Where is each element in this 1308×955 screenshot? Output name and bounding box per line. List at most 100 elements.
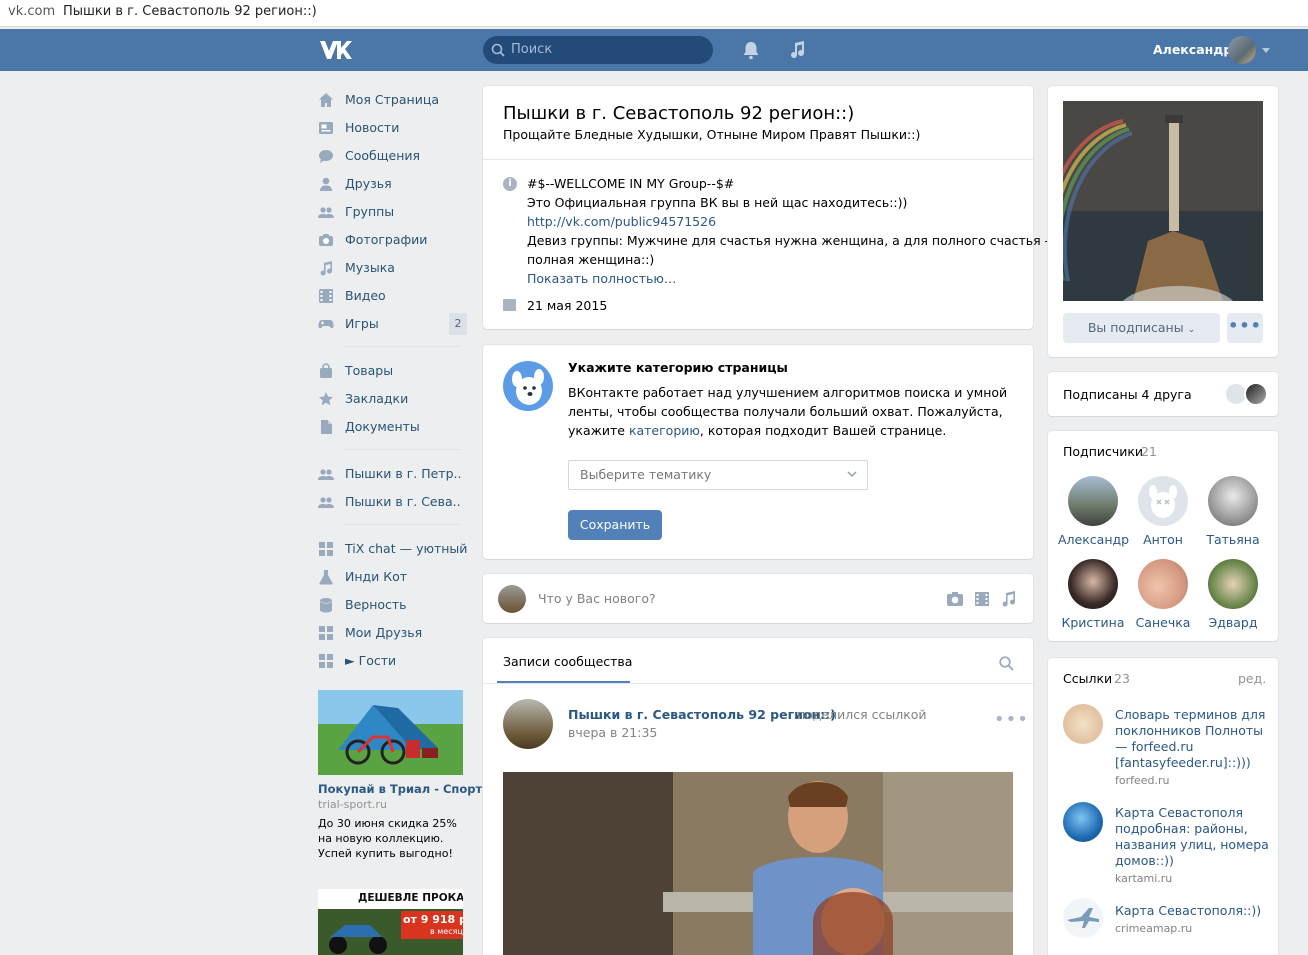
nav-documents[interactable]: Документы xyxy=(318,415,468,439)
nav-bookmarks[interactable]: Закладки xyxy=(318,387,468,411)
divider xyxy=(483,683,1033,684)
link-domain: forfeed.ru xyxy=(1115,774,1170,787)
info-link[interactable]: http://vk.com/public94571526 xyxy=(527,214,716,229)
category-select[interactable]: Выберите тематику xyxy=(568,460,868,490)
links-edit-link[interactable]: ред. xyxy=(1238,671,1266,686)
link-thumbnail[interactable] xyxy=(1063,704,1103,744)
post-action-text: поделился ссылкой xyxy=(797,707,927,722)
document-icon xyxy=(321,420,332,434)
post-timestamp[interactable]: вчера в 21:35 xyxy=(568,725,657,740)
nav-app-vernost[interactable]: Верность xyxy=(318,593,468,617)
group-cover-photo[interactable] xyxy=(1063,101,1263,301)
nav-app-indi-kot[interactable]: Инди Кот xyxy=(318,565,468,589)
nav-music[interactable]: Музыка xyxy=(318,256,468,280)
compass-icon[interactable] xyxy=(1063,802,1103,842)
nav-messages[interactable]: Сообщения xyxy=(318,144,468,168)
ad-tent-picture xyxy=(338,705,438,765)
news-icon xyxy=(319,122,333,134)
category-text-3: укажите категорию, которая подходит Ваше… xyxy=(568,423,946,438)
ad-domain: trial-sport.ru xyxy=(318,798,387,811)
search-input[interactable]: Поиск xyxy=(483,36,713,64)
nav-video[interactable]: Видео xyxy=(318,284,468,308)
music-icon xyxy=(320,261,333,276)
link-title[interactable]: Карта Севастополя подробная: районы, наз… xyxy=(1115,805,1270,869)
music-icon[interactable] xyxy=(999,591,1017,607)
ad-image-atv[interactable]: ДЕШЕВЛЕ ПРОКАТА! от 9 918 р. в месяц xyxy=(318,889,463,955)
video-icon[interactable] xyxy=(973,591,991,607)
text-fragment: укажите xyxy=(568,423,629,438)
save-button[interactable]: Сохранить xyxy=(568,510,662,540)
search-placeholder: Поиск xyxy=(511,42,553,57)
nav-goods[interactable]: Товары xyxy=(318,359,468,383)
camera-icon[interactable] xyxy=(946,591,964,607)
subscribed-button[interactable]: Вы подписаны ⌄ xyxy=(1063,313,1220,343)
links-count: 23 xyxy=(1114,671,1130,686)
avatar xyxy=(1138,559,1188,609)
nav-app-my-friends[interactable]: Мои Друзья xyxy=(318,621,468,645)
groups-icon xyxy=(318,207,334,218)
user-name[interactable]: Александр xyxy=(1153,42,1232,57)
show-more-link[interactable]: Показать полностью… xyxy=(527,271,676,286)
friends-subscribed-text[interactable]: Подписаны 4 друга xyxy=(1063,387,1192,402)
nav-app-tix[interactable]: TiX chat — уютный xyxy=(318,537,468,561)
home-icon xyxy=(319,93,333,107)
ad-title[interactable]: Покупай в Триал - Спорт! xyxy=(318,782,487,796)
subscriber-name: Александр xyxy=(1058,532,1130,547)
search-icon[interactable] xyxy=(999,656,1014,671)
link-domain: crimeamap.ru xyxy=(1115,922,1193,935)
nav-app-guests[interactable]: ► Гости xyxy=(318,649,468,673)
more-actions-button[interactable]: ••• xyxy=(1227,313,1263,343)
vk-logo[interactable] xyxy=(318,39,352,61)
subscriber-item[interactable]: Эдвард xyxy=(1198,559,1268,639)
nav-label: Верность xyxy=(345,597,407,612)
nav-news[interactable]: Новости xyxy=(318,116,468,140)
nav-group-seva[interactable]: Пышки в г. Сева.. xyxy=(318,490,468,514)
nav-photos[interactable]: Фотографии xyxy=(318,228,468,252)
plane-icon[interactable] xyxy=(1063,898,1103,938)
video-icon xyxy=(319,289,333,303)
subscriber-item[interactable]: Санечка xyxy=(1128,559,1198,639)
monument-rainbow-image xyxy=(1063,101,1263,301)
nav-my-page[interactable]: Моя Страница xyxy=(318,88,468,112)
browser-domain: vk.com xyxy=(8,4,56,19)
category-link[interactable]: категорию xyxy=(629,423,700,438)
link-title[interactable]: Словарь терминов для поклонников Полноты… xyxy=(1115,707,1270,771)
post-more-icon[interactable]: ••• xyxy=(994,709,1029,730)
new-post-input[interactable]: Что у Вас нового? xyxy=(538,591,656,606)
post-photo[interactable] xyxy=(503,772,1013,955)
link-title[interactable]: Карта Севастополя::)) xyxy=(1115,903,1270,919)
notifications-bell-icon[interactable] xyxy=(742,40,760,60)
nav-label: Друзья xyxy=(345,176,392,191)
subscriber-item[interactable]: Татьяна xyxy=(1198,476,1268,556)
app-icon xyxy=(319,654,333,668)
nav-label: Пышки в г. Сева.. xyxy=(345,494,461,509)
links-title[interactable]: Ссылки xyxy=(1063,671,1112,686)
category-card xyxy=(483,345,1033,559)
database-icon xyxy=(320,598,332,613)
info-line-4: полная женщина::) xyxy=(527,252,655,267)
info-line-2: Это Официальная группа ВК вы в ней щас н… xyxy=(527,195,908,210)
top-header: Поиск Александр xyxy=(0,29,1308,71)
subscriber-name: Татьяна xyxy=(1206,532,1260,547)
post-author-avatar[interactable] xyxy=(503,699,553,749)
subscriber-name: Антон xyxy=(1143,532,1183,547)
nav-groups[interactable]: Группы xyxy=(318,200,468,224)
gamepad-icon xyxy=(318,320,334,329)
subscriber-item[interactable]: Александр xyxy=(1058,476,1130,556)
music-player-icon[interactable] xyxy=(788,40,806,60)
nav-games[interactable]: Игры xyxy=(318,312,468,336)
chevron-down-icon[interactable] xyxy=(1262,48,1270,53)
subscriber-item[interactable]: Антон xyxy=(1128,476,1198,556)
subscriber-item[interactable]: Кристина xyxy=(1058,559,1128,639)
nav-group-petr[interactable]: Пышки в г. Петр.. xyxy=(318,462,468,486)
user-avatar[interactable] xyxy=(1228,36,1256,64)
group-title: Пышки в г. Севастополь 92 регион::) xyxy=(503,103,855,124)
groups-icon xyxy=(318,497,334,508)
nav-label: Документы xyxy=(345,419,420,434)
tab-community-posts[interactable]: Записи сообщества xyxy=(503,654,632,669)
subscribers-title[interactable]: Подписчики xyxy=(1063,444,1143,459)
nav-friends[interactable]: Друзья xyxy=(318,172,468,196)
post-author-link[interactable]: Пышки в г. Севастополь 92 регион::) xyxy=(568,707,836,722)
text-fragment: , которая подходит Вашей странице. xyxy=(699,423,947,438)
ad-image-tent[interactable] xyxy=(318,690,463,775)
